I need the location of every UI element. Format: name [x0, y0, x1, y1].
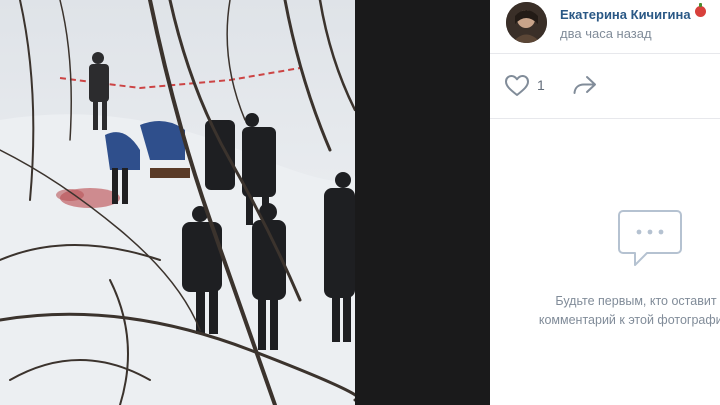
share-arrow-icon	[573, 76, 596, 94]
like-count: 1	[537, 77, 545, 93]
comments-empty-message: Будьте первым, кто оставит комментарий к…	[490, 292, 720, 330]
empty-message-line2: комментарий к этой фотографии.	[538, 313, 720, 327]
comments-bubble-icon	[618, 210, 682, 266]
like-button[interactable]: 1	[504, 73, 548, 99]
share-button[interactable]	[572, 73, 600, 99]
photo-scene	[0, 0, 355, 405]
photo-viewer	[0, 0, 490, 405]
photo[interactable]	[0, 0, 355, 405]
heart-icon	[505, 75, 529, 96]
author-name-link[interactable]: Екатерина Кичигина	[560, 7, 691, 22]
comments-empty-state: Будьте первым, кто оставит комментарий к…	[490, 120, 720, 405]
empty-message-line1: Будьте первым, кто оставит	[555, 294, 717, 308]
viewer-backdrop	[355, 0, 490, 405]
photo-info-panel: Екатерина Кичигина два часа назад 1 Будь…	[490, 0, 720, 405]
avatar[interactable]	[506, 2, 547, 43]
avatar-image	[506, 2, 547, 43]
apple-badge-icon	[695, 3, 706, 17]
post-timestamp[interactable]: два часа назад	[560, 26, 652, 41]
author-header: Екатерина Кичигина два часа назад	[490, 0, 720, 54]
post-actions: 1	[490, 55, 720, 119]
